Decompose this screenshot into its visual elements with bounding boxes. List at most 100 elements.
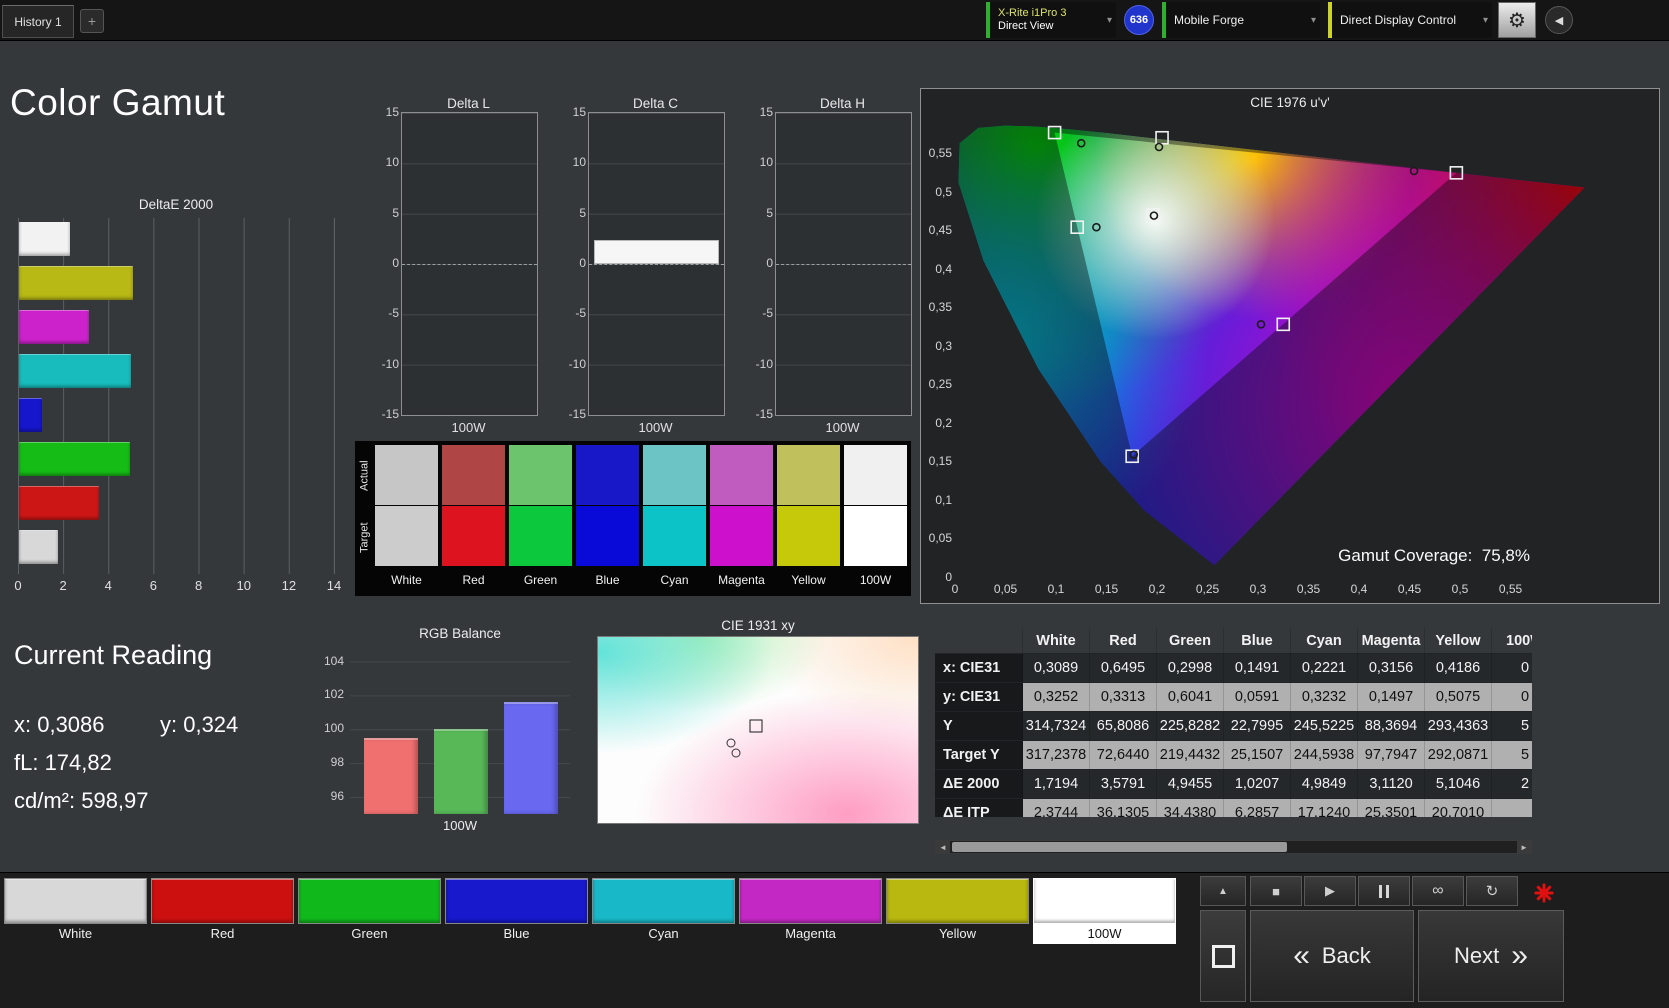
history-tab[interactable]: History 1 [2, 5, 74, 38]
table-cell: 1,0207 [1224, 770, 1291, 798]
badge-count: 636 [1129, 14, 1149, 26]
rgb-bar-blue [504, 702, 558, 814]
play-button[interactable]: ▶ [1304, 876, 1356, 906]
swatch-target [643, 506, 706, 566]
table-cell [1492, 799, 1532, 817]
pause-button[interactable] [1358, 876, 1410, 906]
table-row: Y 314,7324 65,8086 225,8282 22,7995 245,5225 8… [935, 712, 1532, 741]
patch-button-green[interactable]: Green [298, 878, 441, 945]
refresh-button[interactable]: ↻ [1466, 876, 1518, 906]
swatch-label: Yellow [791, 573, 826, 587]
stop-pattern-button[interactable] [1200, 910, 1246, 1002]
swatch-column-red: Red [442, 445, 505, 592]
table-cell: 225,8282 [1157, 712, 1224, 740]
scroll-right-button[interactable]: ► [1517, 841, 1531, 853]
reading-x: x: 0,3086 [14, 712, 105, 737]
swatch-actual [576, 445, 639, 505]
delta-l-chart [401, 112, 538, 416]
table-cell: 22,7995 [1224, 712, 1291, 740]
deltae-bar-cyan [19, 354, 131, 388]
patch-label: Magenta [785, 926, 836, 941]
reading-y: y: 0,324 [160, 712, 239, 737]
pattern-source-dropdown[interactable]: Mobile Forge ▾ [1162, 2, 1320, 38]
cie-y-tick: 0,2 [935, 415, 952, 430]
gamut-coverage: Gamut Coverage: 75,8% [1150, 546, 1530, 566]
continuous-measure-button[interactable]: ∞ [1412, 876, 1464, 906]
cie31-target-marker [749, 719, 763, 733]
table-row-label: Y [935, 712, 1023, 740]
back-button[interactable]: « Back [1250, 910, 1414, 1002]
patch-button-magenta[interactable]: Magenta [739, 878, 882, 945]
patch-label: Cyan [648, 926, 679, 941]
chevron-down-icon: ▾ [1310, 14, 1316, 26]
table-cell: 36,1305 [1090, 799, 1157, 817]
deltae-axis-tick: 12 [281, 578, 297, 593]
calman-app: History 1 + X-Rite i1Pro 3 Direct View ▾… [0, 0, 1669, 1008]
delta-axis-tick: -5 [388, 306, 399, 321]
cie-x-tick: 0,5 [1451, 582, 1469, 596]
patch-button-100w[interactable]: 100W [1033, 878, 1176, 945]
chevron-down-icon: ▾ [1482, 14, 1488, 26]
caret-up-button[interactable]: ▲ [1200, 876, 1246, 906]
patch-label: Green [351, 926, 388, 941]
display-control-dropdown[interactable]: Direct Display Control ▾ [1328, 2, 1492, 38]
cie-x-tick: 0,2 [1148, 582, 1166, 596]
table-cell: 0,1491 [1224, 654, 1291, 682]
cie-y-tick: 0,45 [928, 223, 952, 238]
cie-x-tick: 0,05 [993, 582, 1018, 596]
stop-icon: ■ [1272, 883, 1280, 899]
swatch-actual [777, 445, 840, 505]
delta-h-axis: 15 10 5 0 -5 -10 -15 [749, 105, 773, 421]
table-cell: 0,1497 [1358, 683, 1425, 711]
table-cell: 3,5791 [1090, 770, 1157, 798]
red-asterisk-icon [1533, 882, 1555, 904]
meter-name: X-Rite i1Pro 3 [998, 7, 1067, 19]
target-row-label: Target [358, 522, 371, 554]
patch-swatch [151, 878, 294, 924]
scrollbar-thumb[interactable] [952, 842, 1287, 852]
swatch-column-green: Green [509, 445, 572, 592]
delta-l-xlabel: 100W [451, 420, 486, 435]
collapse-panel-button[interactable]: ◀ [1545, 6, 1573, 34]
patch-button-red[interactable]: Red [151, 878, 294, 945]
table-header-row: WhiteRedGreenBlueCyanMagentaYellow100W [935, 628, 1532, 654]
cie-y-tick: 0,4 [935, 261, 952, 276]
deltae-bar-red [19, 486, 100, 520]
delta-axis-tick: 10 [385, 155, 399, 170]
settings-button[interactable]: ⚙ [1498, 2, 1536, 38]
delta-axis-tick: 15 [572, 105, 586, 119]
table-row: ΔE 2000 1,7194 3,5791 4,9455 1,0207 4,9849 3,1… [935, 770, 1532, 799]
table-cell: 97,7947 [1358, 741, 1425, 769]
meter-dropdown[interactable]: X-Rite i1Pro 3 Direct View ▾ [986, 2, 1116, 38]
deltae-axis: 0 2 4 6 8 10 12 14 [14, 578, 341, 594]
deltae-bar-yellow [19, 266, 134, 300]
patch-button-blue[interactable]: Blue [445, 878, 588, 945]
cie-y-tick: 0,05 [928, 531, 952, 546]
patch-label: Red [210, 926, 235, 941]
deltae-bar-blue [19, 398, 42, 432]
next-button[interactable]: Next » [1418, 910, 1564, 1002]
patch-button-white[interactable]: White [4, 878, 147, 945]
swatch-target [375, 506, 438, 566]
rgb-axis-tick: 98 [330, 755, 344, 770]
delta-h-xlabel: 100W [825, 420, 860, 435]
table-scrollbar[interactable]: ◄ ► [935, 840, 1532, 854]
back-chevrons-icon: « [1293, 939, 1310, 972]
scroll-left-button[interactable]: ◄ [936, 841, 950, 853]
stop-button[interactable]: ■ [1250, 876, 1302, 906]
patch-button-yellow[interactable]: Yellow [886, 878, 1029, 945]
rgb-bar-green [434, 729, 488, 814]
refresh-icon: ↻ [1485, 883, 1499, 900]
table-header-cell [935, 628, 1023, 653]
add-tab-button[interactable]: + [80, 9, 104, 33]
table-row: Target Y 317,2378 72,6440 219,4432 25,1507 24… [935, 741, 1532, 770]
rgb-bar-red [364, 737, 418, 814]
cie1931-panel [597, 636, 919, 824]
patch-button-cyan[interactable]: Cyan [592, 878, 735, 945]
delta-h-title: Delta H [819, 96, 865, 111]
delta-axis-tick: -10 [568, 356, 586, 371]
table-cell: 0,3313 [1090, 683, 1157, 711]
patch-swatch [886, 878, 1029, 924]
measure-indicator-button[interactable] [1524, 880, 1564, 906]
table-cell: 244,5938 [1291, 741, 1358, 769]
